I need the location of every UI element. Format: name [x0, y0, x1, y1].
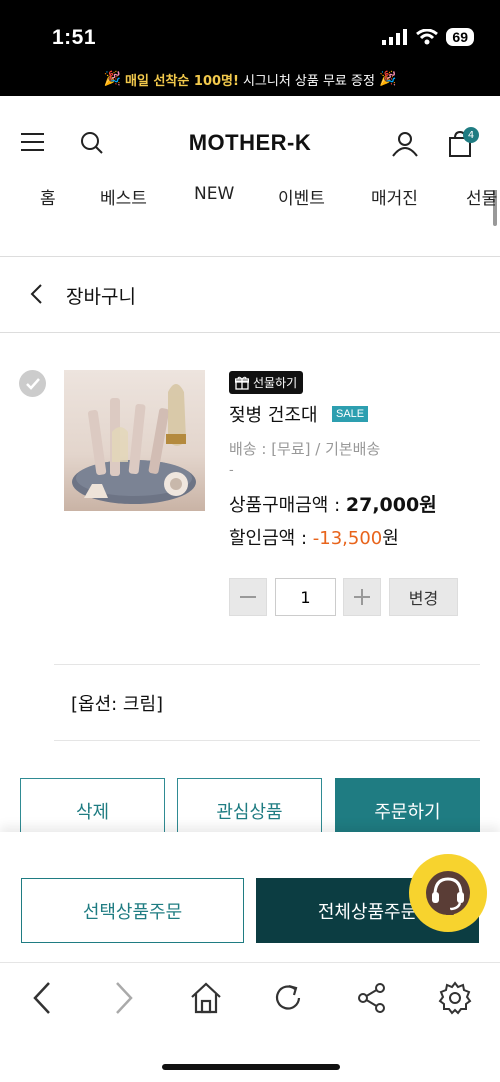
browser-share-icon[interactable]	[356, 980, 388, 1016]
divider	[0, 256, 500, 257]
divider	[54, 740, 480, 741]
promo-text: 시그니처 상품 무료 증정	[242, 73, 375, 89]
wifi-icon	[416, 29, 439, 45]
browser-back-icon[interactable]	[31, 980, 53, 1016]
minus-icon	[240, 596, 256, 598]
page-title: 장바구니	[66, 286, 136, 308]
quantity-input[interactable]	[275, 578, 336, 616]
nav-tab-best[interactable]: 베스트	[100, 184, 147, 209]
promo-highlight: 매일 선착순 100명!	[125, 73, 239, 89]
nav-tab-new[interactable]: NEW	[194, 184, 234, 204]
status-icons: 69	[382, 28, 474, 46]
discount-unit: 원	[382, 528, 399, 549]
nav-tab-home[interactable]: 홈	[40, 184, 56, 209]
gift-icon	[235, 376, 249, 390]
discount-row: 할인금액 : -13,500원	[229, 524, 399, 550]
browser-home-icon[interactable]	[188, 980, 224, 1016]
product-image[interactable]	[64, 370, 205, 511]
party-popper-icon: 🎉	[103, 71, 122, 87]
divider	[0, 332, 500, 333]
signal-icon	[382, 29, 408, 45]
nav-tab-event[interactable]: 이벤트	[278, 184, 325, 209]
browser-settings-icon[interactable]	[437, 980, 473, 1016]
user-icon[interactable]	[391, 130, 419, 158]
gift-label: 선물하기	[253, 376, 298, 390]
price-unit: 원	[419, 494, 437, 516]
shipping-info: 배송 : [무료] / 기본배송	[229, 440, 381, 458]
purchase-price-row: 상품구매금액 : 27,000원	[229, 490, 437, 517]
gift-button[interactable]: 선물하기	[229, 371, 304, 394]
discount-value: -13,500	[312, 528, 383, 549]
site-logo[interactable]: MOTHER-K	[0, 130, 500, 156]
product-name[interactable]: 젖병 건조대	[229, 401, 318, 427]
category-nav: 홈 베스트 NEW 이벤트 매거진 선물	[0, 184, 500, 214]
item-select-checkbox[interactable]	[19, 370, 46, 397]
plus-icon	[354, 589, 370, 605]
product-option: [옵션: 크림]	[71, 694, 164, 715]
sale-badge: SALE	[332, 406, 369, 422]
quantity-increase-button[interactable]	[343, 578, 381, 616]
checkmark-icon	[25, 377, 40, 390]
browser-forward-icon[interactable]	[113, 980, 135, 1016]
nav-tab-gift[interactable]: 선물	[466, 184, 497, 209]
battery-indicator: 69	[446, 28, 474, 46]
cart-count-badge: 4	[463, 127, 479, 143]
back-chevron-icon[interactable]	[28, 282, 46, 306]
chat-support-button[interactable]	[409, 854, 487, 932]
page-title-row: 장바구니	[0, 258, 500, 332]
price-value: 27,000	[345, 494, 420, 516]
quantity-change-button[interactable]: 변경	[389, 578, 458, 616]
headset-icon	[426, 871, 470, 915]
discount-label: 할인금액 :	[229, 528, 313, 549]
party-popper-icon: 🎉	[378, 71, 397, 87]
nav-tab-magazine[interactable]: 매거진	[371, 184, 418, 209]
status-bar: 1:51 69	[0, 0, 500, 62]
order-selected-button[interactable]: 선택상품주문	[21, 878, 244, 943]
browser-reload-icon[interactable]	[271, 980, 305, 1016]
promo-banner[interactable]: 🎉 매일 선착순 100명! 시그니처 상품 무료 증정 🎉	[0, 62, 500, 96]
shipping-dash: -	[229, 463, 234, 478]
status-time: 1:51	[52, 26, 97, 49]
price-label: 상품구매금액 :	[229, 495, 346, 516]
home-indicator	[162, 1064, 340, 1070]
bottle-drying-rack-image	[72, 384, 196, 504]
quantity-decrease-button[interactable]	[229, 578, 267, 616]
divider	[54, 664, 480, 665]
